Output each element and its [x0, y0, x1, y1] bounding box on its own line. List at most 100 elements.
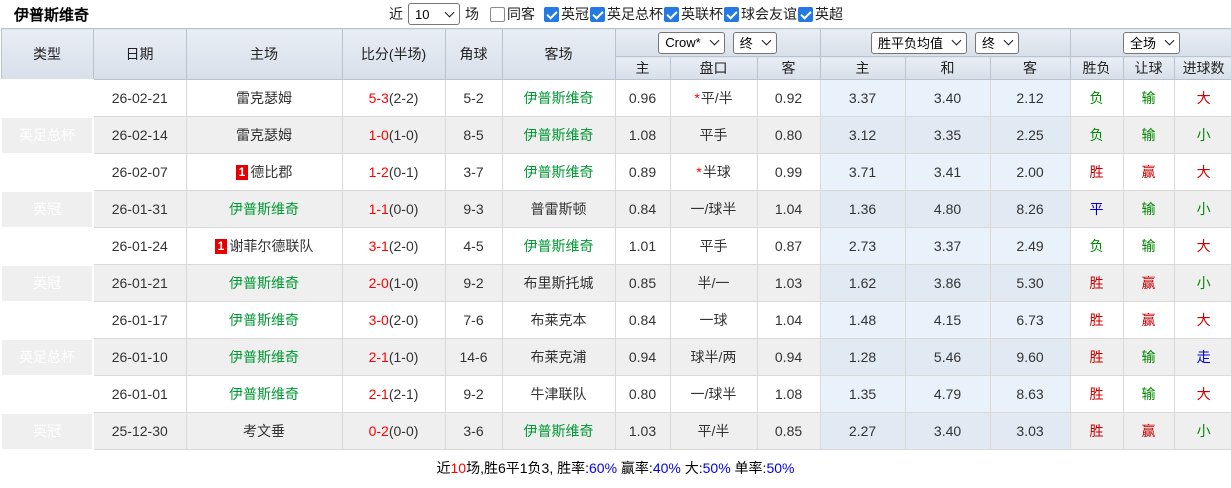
league-badge: 英冠	[0, 374, 94, 414]
handicap-star: *	[696, 164, 702, 180]
match-history-table: 类型 日期 主场 比分(半场) 角球 客场 Crow* 终 胜平负均值 终 全场…	[0, 28, 1231, 451]
handicap: 平手	[669, 116, 758, 154]
odds-away: 1.04	[756, 190, 821, 228]
league-filter-label: 英冠	[561, 6, 590, 22]
subheader-result: 胜负	[1069, 56, 1124, 80]
col-header-away: 客场	[501, 28, 616, 80]
subheader-handicap-result: 让球	[1122, 56, 1175, 80]
home-team: 伊普斯维奇	[185, 338, 343, 376]
avg-lose-odds: 8.26	[989, 190, 1071, 228]
subheader-avg-lose: 客	[989, 56, 1071, 80]
same-away-checkbox[interactable]	[490, 6, 506, 22]
league-filter[interactable]: 英超	[798, 4, 843, 24]
summary-seg2: 场,胜6平1负3, 胜率:	[466, 460, 590, 476]
table-row: 英冠 25-12-30 考文垂 0-2(0-0) 3-6 伊普斯维奇 1.03 …	[0, 411, 1231, 451]
avg-lose-odds: 5.30	[989, 264, 1071, 302]
odds-home: 0.96	[614, 79, 671, 117]
halftime-score: (2-2)	[388, 90, 419, 106]
scope-select-group: 全场	[1069, 28, 1231, 57]
handicap-name: 平/半	[697, 423, 730, 439]
league-filter-checkbox[interactable]	[544, 6, 560, 22]
table-row: 英冠 26-01-31 伊普斯维奇 1-1(0-0) 9-3 普雷斯顿 0.84…	[0, 189, 1231, 229]
fulltime-score: 2-1	[368, 349, 389, 365]
league-filter-checkbox[interactable]	[724, 6, 740, 22]
summary-odd-rate: 50%	[766, 460, 795, 476]
league-filter[interactable]: 英联杯	[664, 4, 723, 24]
result-goals: 小	[1173, 190, 1231, 228]
odds-home: 0.84	[614, 301, 671, 339]
halftime-score: (2-1)	[388, 386, 419, 402]
avg-odds-select[interactable]: 胜平负均值	[871, 31, 968, 54]
result-handicap: 赢	[1122, 301, 1175, 339]
bookmaker-select[interactable]: Crow*	[658, 31, 725, 54]
fulltime-score: 3-0	[368, 312, 389, 328]
odds-home: 1.03	[614, 412, 671, 450]
same-away-filter[interactable]: 同客	[490, 4, 535, 24]
result-outcome: 胜	[1069, 338, 1124, 376]
fulltime-score: 5-3	[368, 90, 389, 106]
odds-state-select[interactable]: 终	[732, 31, 777, 54]
handicap-name: 半/一	[697, 275, 730, 291]
away-team: 伊普斯维奇	[501, 116, 616, 154]
chevron-down-icon	[444, 7, 455, 17]
result-outcome: 胜	[1069, 375, 1124, 413]
match-date: 26-02-07	[92, 153, 187, 191]
league-badge: 英足总杯	[0, 337, 94, 377]
league-filter-checkbox[interactable]	[798, 6, 814, 22]
home-team: 伊普斯维奇	[185, 190, 343, 228]
halftime-score: (1-0)	[388, 127, 419, 143]
match-date: 26-02-21	[92, 79, 187, 117]
odds-away: 0.92	[756, 79, 821, 117]
avg-win-odds: 1.62	[819, 264, 906, 302]
league-filter-checkbox[interactable]	[590, 6, 606, 22]
avg-draw-odds: 4.80	[904, 190, 991, 228]
handicap: *平/半	[669, 79, 758, 117]
recent-label: 近	[389, 6, 404, 22]
avg-lose-odds: 6.73	[989, 301, 1071, 339]
summary-count: 10	[450, 460, 467, 476]
summary-handicap-rate: 40%	[652, 460, 681, 476]
match-count-select[interactable]: 10	[408, 3, 461, 25]
summary-win-rate: 60%	[589, 460, 618, 476]
scope-value: 全场	[1130, 36, 1157, 51]
odds-home: 0.85	[614, 264, 671, 302]
fulltime-score: 3-1	[368, 238, 389, 254]
summary-big-rate: 50%	[702, 460, 731, 476]
halftime-score: (2-0)	[388, 238, 419, 254]
home-team: 伊普斯维奇	[185, 301, 343, 339]
table-row: 英足总杯 26-01-10 伊普斯维奇 2-1(1-0) 14-6 布莱克浦 0…	[0, 337, 1231, 377]
avg-state-value: 终	[982, 36, 996, 51]
home-team-name: 伊普斯维奇	[229, 312, 299, 328]
halftime-score: (1-0)	[388, 349, 419, 365]
handicap-name: 球半/两	[690, 349, 737, 365]
league-badge: 英冠	[0, 263, 94, 303]
halftime-score: (0-1)	[388, 164, 419, 180]
result-goals: 大	[1173, 153, 1231, 191]
handicap-name: 平手	[699, 127, 728, 143]
summary-seg3: 赢率:	[617, 460, 653, 476]
result-goals: 小	[1173, 264, 1231, 302]
league-filter[interactable]: 英冠	[544, 4, 589, 24]
home-team: 雷克瑟姆	[185, 116, 343, 154]
away-team-name: 伊普斯维奇	[523, 127, 594, 143]
toolbar-controls: 近 10 场 同客 英冠 英足总杯 英联杯 球会友谊 英超	[389, 3, 843, 25]
scope-select[interactable]: 全场	[1123, 31, 1181, 54]
match-score: 1-0(1-0)	[341, 116, 446, 154]
result-outcome: 平	[1069, 190, 1124, 228]
result-outcome: 胜	[1069, 153, 1124, 191]
league-filter[interactable]: 球会友谊	[724, 4, 797, 24]
avg-win-odds: 2.73	[819, 227, 906, 265]
match-date: 26-01-21	[92, 264, 187, 302]
subheader-avg-draw: 和	[904, 56, 991, 80]
league-filter[interactable]: 英足总杯	[590, 4, 663, 24]
home-rank-badge: 1	[214, 239, 228, 254]
handicap-name: 半球	[702, 164, 731, 180]
home-team-name: 德比郡	[250, 164, 293, 180]
corners: 7-6	[444, 301, 503, 339]
corners: 14-6	[444, 338, 503, 376]
league-filter-checkbox[interactable]	[664, 6, 680, 22]
avg-state-select[interactable]: 终	[975, 31, 1020, 54]
home-team: 雷克瑟姆	[185, 79, 343, 117]
handicap: 一/球半	[669, 375, 758, 413]
handicap-name: 一球	[699, 312, 728, 328]
